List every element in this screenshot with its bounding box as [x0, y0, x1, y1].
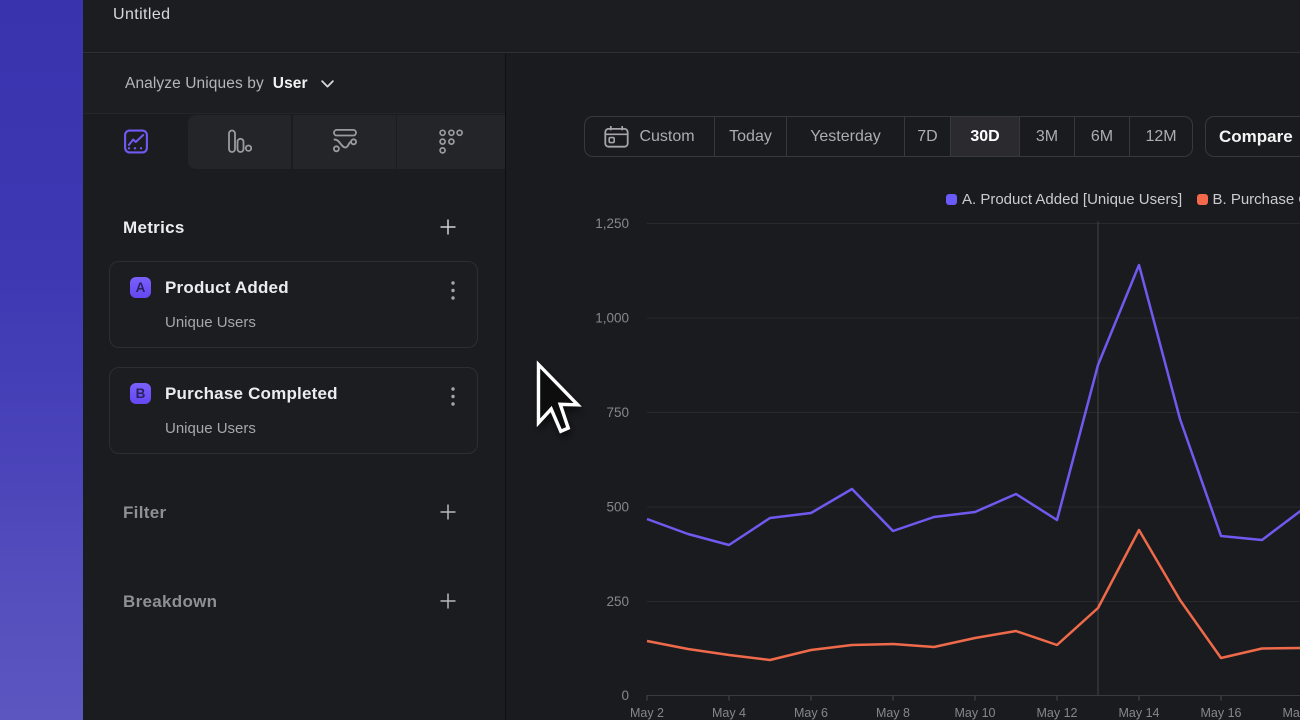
svg-text:May 4: May 4 — [712, 706, 746, 720]
svg-text:May 6: May 6 — [794, 706, 828, 720]
svg-text:500: 500 — [606, 500, 629, 515]
svg-text:May 10: May 10 — [955, 706, 996, 720]
svg-text:May 18: May 18 — [1283, 706, 1300, 720]
svg-text:May 14: May 14 — [1119, 706, 1160, 720]
svg-text:May 12: May 12 — [1037, 706, 1078, 720]
svg-text:1,250: 1,250 — [595, 216, 629, 231]
svg-text:May 2: May 2 — [630, 706, 664, 720]
svg-text:750: 750 — [606, 405, 629, 420]
svg-text:250: 250 — [606, 594, 629, 609]
svg-text:May 8: May 8 — [876, 706, 910, 720]
svg-text:May 16: May 16 — [1201, 706, 1242, 720]
svg-text:1,000: 1,000 — [595, 311, 629, 326]
svg-text:0: 0 — [621, 688, 629, 703]
